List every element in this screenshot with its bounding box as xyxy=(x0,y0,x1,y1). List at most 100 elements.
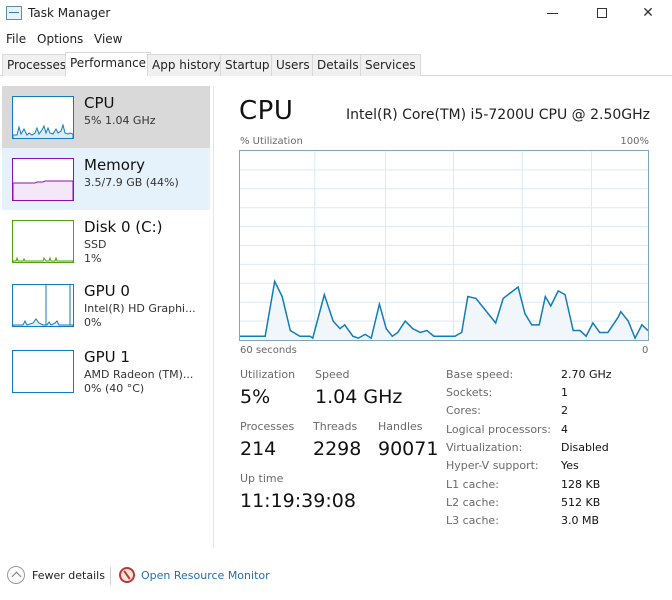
detail-label: Base speed: xyxy=(446,368,514,381)
resource-monitor-icon[interactable] xyxy=(119,567,135,583)
uptime-label: Up time xyxy=(240,472,284,485)
chevron-up-icon[interactable] xyxy=(7,566,25,584)
cpu-data-point xyxy=(641,324,643,326)
cpu-data-point xyxy=(607,331,609,334)
cpu-data-point xyxy=(599,331,601,334)
threads-value: 2298 xyxy=(313,438,362,460)
detail-value: 1 xyxy=(561,386,568,399)
tab-users[interactable]: Users xyxy=(271,54,315,76)
memory-thumbnail-line xyxy=(13,180,73,200)
tab-processes[interactable]: Processes xyxy=(2,54,72,76)
tab-services[interactable]: Services xyxy=(360,54,421,76)
cpu-data-point xyxy=(426,329,428,332)
tab-details[interactable]: Details xyxy=(312,54,364,76)
fewer-details-button[interactable]: Fewer details xyxy=(32,569,105,582)
cpu-data-point xyxy=(627,320,629,322)
sidebar-title: GPU 0 xyxy=(84,282,130,300)
cpu-data-point xyxy=(289,329,291,332)
menu-view[interactable]: View xyxy=(94,32,122,46)
detail-label: L1 cache: xyxy=(446,478,499,491)
cpu-data-point xyxy=(370,337,372,339)
cpu-data-point xyxy=(467,295,469,298)
sidebar-value: 0% xyxy=(84,316,102,329)
maximize-button[interactable] xyxy=(580,2,624,26)
detail-value: 2.70 GHz xyxy=(561,368,612,381)
cpu-data-point xyxy=(550,305,552,307)
threads-label: Threads xyxy=(313,420,358,433)
cpu-thumbnail-line xyxy=(13,123,73,138)
detail-value: 3.0 MB xyxy=(561,514,600,527)
cpu-data-point xyxy=(433,335,435,337)
cpu-data-point xyxy=(634,337,636,339)
maximize-icon xyxy=(597,8,607,18)
sidebar-item-disk[interactable]: Disk 0 (C:) SSD 1% xyxy=(2,210,210,272)
footer-divider xyxy=(110,567,111,585)
detail-label: Hyper-V support: xyxy=(446,459,539,472)
close-icon: ✕ xyxy=(642,5,654,21)
menu-options[interactable]: Options xyxy=(37,32,83,46)
detail-value: Yes xyxy=(561,459,579,472)
tab-app-history[interactable]: App history xyxy=(147,54,226,76)
page-title: CPU xyxy=(239,96,294,126)
cpu-data-point xyxy=(332,320,334,322)
open-resource-monitor-link[interactable]: Open Resource Monitor xyxy=(141,569,270,582)
detail-label: L2 cache: xyxy=(446,496,499,509)
cpu-utilization-graph xyxy=(239,150,649,341)
tab-performance[interactable]: Performance xyxy=(65,52,152,77)
cpu-data-point xyxy=(617,316,619,318)
cpu-utilization-line xyxy=(240,279,648,340)
cpu-data-point xyxy=(579,329,581,332)
sidebar-title: Memory xyxy=(84,156,146,174)
cpu-model-name: Intel(R) Core(TM) i5-7200U CPU @ 2.50GHz xyxy=(346,107,650,123)
cpu-data-point xyxy=(475,297,477,300)
cpu-data-point xyxy=(357,337,359,339)
cpu-data-point xyxy=(592,322,594,324)
menu-file[interactable]: File xyxy=(6,32,26,46)
processes-label: Processes xyxy=(240,420,295,433)
cpu-data-point xyxy=(344,324,346,326)
detail-label: L3 cache: xyxy=(446,514,499,527)
cpu-data-point xyxy=(538,324,540,326)
sidebar-item-gpu0[interactable]: GPU 0 Intel(R) HD Graphi... 0% xyxy=(2,274,210,336)
cpu-data-point xyxy=(352,335,354,337)
cpu-data-point xyxy=(531,324,533,326)
close-button[interactable]: ✕ xyxy=(626,2,670,26)
cpu-data-point xyxy=(412,328,414,330)
gpu0-thumbnail-line xyxy=(13,285,73,326)
cpu-thumbnail-graph xyxy=(12,96,74,139)
sidebar-item-gpu1[interactable]: GPU 1 AMD Radeon (TM)... 0% (40 °C) xyxy=(2,340,210,402)
x-axis-right-label: 0 xyxy=(642,345,649,356)
window-title: Task Manager xyxy=(28,6,111,20)
cpu-data-point xyxy=(309,335,311,337)
detail-value: 4 xyxy=(561,423,568,436)
disk-thumbnail-graph xyxy=(12,220,74,263)
cpu-data-point xyxy=(564,294,566,296)
cpu-data-point xyxy=(264,335,266,337)
memory-thumbnail-graph xyxy=(12,158,74,201)
x-axis-left-label: 60 seconds xyxy=(240,345,297,356)
disk-thumbnail-line xyxy=(13,256,73,262)
cpu-data-point xyxy=(323,294,325,296)
cpu-data-point xyxy=(495,322,497,324)
sidebar-item-cpu[interactable]: CPU 5% 1.04 GHz xyxy=(2,86,210,148)
tab-startup[interactable]: Startup xyxy=(220,54,275,76)
y-max-label: 100% xyxy=(620,136,649,147)
sidebar-subtitle: Intel(R) HD Graphi... xyxy=(84,302,196,315)
task-manager-icon xyxy=(6,6,22,20)
gpu1-thumbnail-graph xyxy=(12,350,74,393)
sidebar-subtitle: SSD xyxy=(84,238,107,251)
sidebar-title: Disk 0 (C:) xyxy=(84,218,163,236)
sidebar-divider[interactable] xyxy=(213,86,214,548)
uptime-value: 11:19:39:08 xyxy=(240,490,356,512)
minimize-button[interactable] xyxy=(530,2,574,26)
cpu-data-point xyxy=(557,290,559,292)
cpu-data-point xyxy=(364,333,366,335)
cpu-graph-canvas xyxy=(240,151,648,340)
sidebar-title: GPU 1 xyxy=(84,348,130,366)
detail-label: Logical processors: xyxy=(446,423,552,436)
cpu-data-point xyxy=(299,335,301,337)
cpu-data-point xyxy=(404,320,406,322)
cpu-data-point xyxy=(524,312,526,315)
detail-value: 512 KB xyxy=(561,496,601,509)
sidebar-item-memory[interactable]: Memory 3.5/7.9 GB (44%) xyxy=(2,148,210,210)
